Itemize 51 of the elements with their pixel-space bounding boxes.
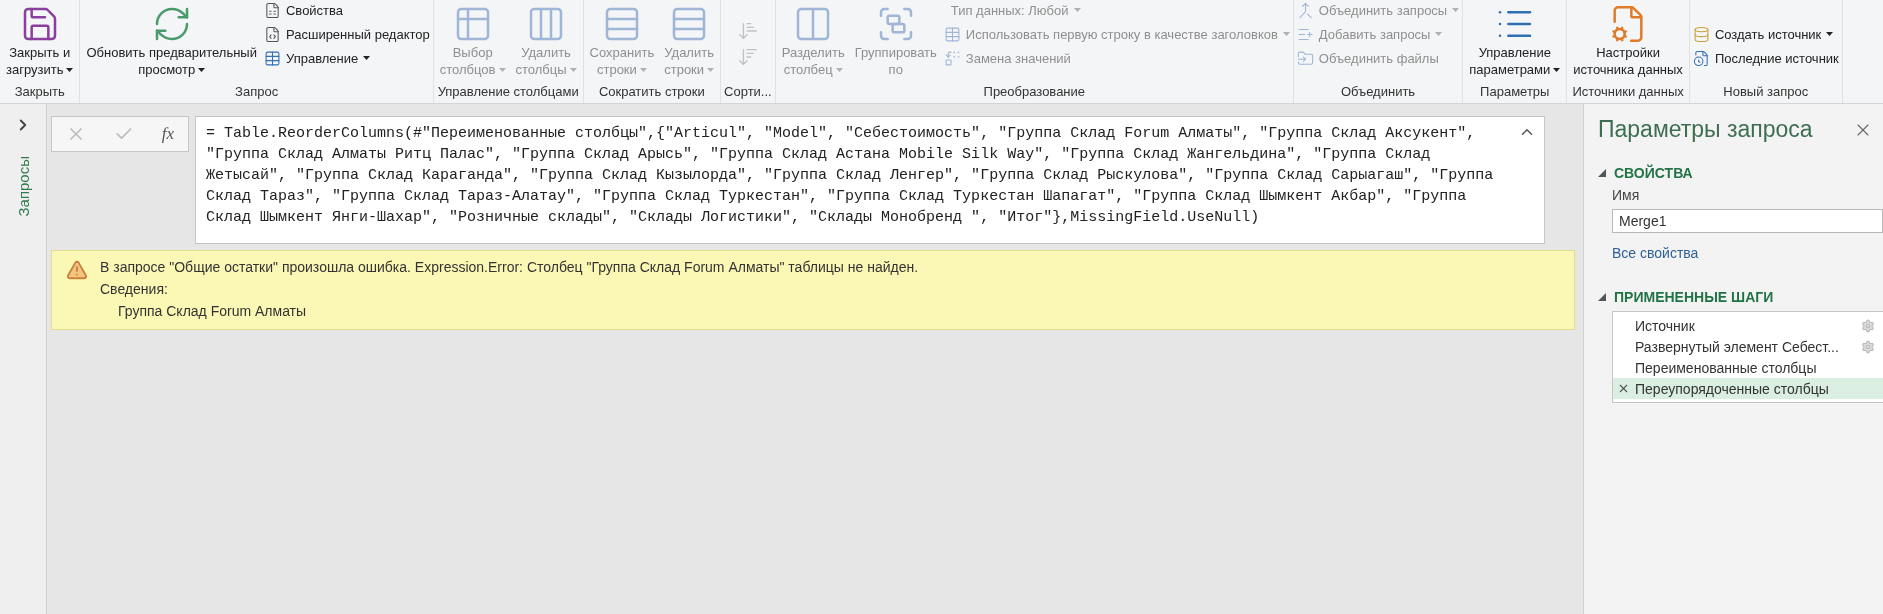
error-detail: Группа Склад Forum Алматы xyxy=(117,303,308,319)
ribbon-button[interactable]: Расширенный редактор xyxy=(264,24,430,44)
document-icon xyxy=(264,25,281,43)
group-label: Закрыть xyxy=(13,82,66,101)
group-label: Сорти... xyxy=(724,82,772,101)
file-clock-icon xyxy=(1692,49,1710,67)
step-item[interactable]: Переупорядоченные столбцы xyxy=(1613,378,1883,399)
group-label: Новый запрос xyxy=(1722,82,1810,101)
group-label: Источники данных xyxy=(1571,82,1685,101)
ribbon-button[interactable]: Последние источник xyxy=(1692,48,1839,68)
spreadsheet-icon xyxy=(264,1,281,19)
error-message: В запросе "Общие остатки" произошла ошибка. Expression.Error: Столбец "Группа Склад Forum Алматы" таблицы не найден. xyxy=(100,259,919,275)
group-label: Преобразование xyxy=(982,82,1087,101)
pane-title: Параметры запроса xyxy=(1598,116,1813,143)
warning-icon xyxy=(66,259,88,281)
folder-icon xyxy=(1296,49,1314,67)
ribbon-button[interactable]: Создать источник xyxy=(1692,24,1839,44)
sort-ascending-icon xyxy=(736,20,759,42)
delete-icon[interactable] xyxy=(1617,382,1630,395)
ribbon-button[interactable]: Закрыть и загрузить xyxy=(3,4,77,80)
ribbon-button[interactable]: Настройки источника данных xyxy=(1570,4,1686,80)
database-icon xyxy=(1692,25,1710,43)
ribbon-button[interactable]: Свойства xyxy=(264,0,430,20)
section-heading: СВОЙСТВА xyxy=(1614,165,1693,181)
group-label: Параметры xyxy=(1479,82,1551,101)
merge-icon xyxy=(1296,1,1314,19)
field-label: Имя xyxy=(1612,187,1641,203)
collapse-triangle-icon[interactable] xyxy=(1598,293,1606,301)
group-label: Объединить xyxy=(1339,82,1417,101)
table-icon xyxy=(264,49,281,67)
formula-text: = Table.ReorderColumns(#"Переименованные столбцы",{"Articul", "Model", "Себестоимость", "Группа Склад Forum Алматы", "Группа Склад Аксукент", "Группа Склад Алматы Ритц Палас", "Группа Склад Арысь", "Группа Склад Астана Mobile Silk Way", "Группа Склад Жангельдина", "Группа Склад Жетысай", "Группа Склад Караганда", "Группа Склад Кызылорда", "Группа Склад Ленгер", "Группа Склад Рыскулова", "Группа Склад Сарыагаш", "Группа Склад Тараз", "Группа Склад Тараз-Алатау", "Группа Склад Туркестан", "Группа Склад Туркестан Шапагат", "Группа Склад Шымкент Акбар", "Группа Склад Шымкент Янги-Шахар", "Розничные склады", "Склады Логистики", "Склады Монобренд ", "Итог"},MissingField.UseNull) xyxy=(206,124,1495,228)
table-icon xyxy=(943,25,961,43)
step-item[interactable]: Развернутый элемент Себест... xyxy=(1613,336,1883,357)
group-label: Запрос xyxy=(234,82,280,101)
sort-descending-icon xyxy=(736,46,759,68)
details-label: Сведения: xyxy=(100,281,169,297)
all-properties-link[interactable]: Все свойства xyxy=(1612,245,1883,261)
fx-button[interactable]: fx xyxy=(161,124,175,144)
queries-pane-title[interactable]: Запросы xyxy=(14,156,32,217)
section-heading: ПРИМЕНЕННЫЕ ШАГИ xyxy=(1614,289,1774,305)
step-item[interactable]: Переименованные столбцы xyxy=(1613,357,1883,378)
group-label: Сократить строки xyxy=(597,82,706,101)
collapse-triangle-icon[interactable] xyxy=(1598,169,1606,177)
name-field[interactable]: Merge1 xyxy=(1612,209,1883,233)
ribbon-button[interactable]: Управление параметрами xyxy=(1466,4,1564,80)
formula-field[interactable] xyxy=(195,116,1545,244)
replace-icon xyxy=(943,49,961,67)
step-item[interactable]: Источник xyxy=(1613,315,1883,336)
ribbon-button[interactable]: Обновить предварительный просмотр xyxy=(83,4,260,80)
ribbon-button[interactable]: Управление xyxy=(264,48,430,68)
group-label: Управление столбцами xyxy=(436,82,580,101)
